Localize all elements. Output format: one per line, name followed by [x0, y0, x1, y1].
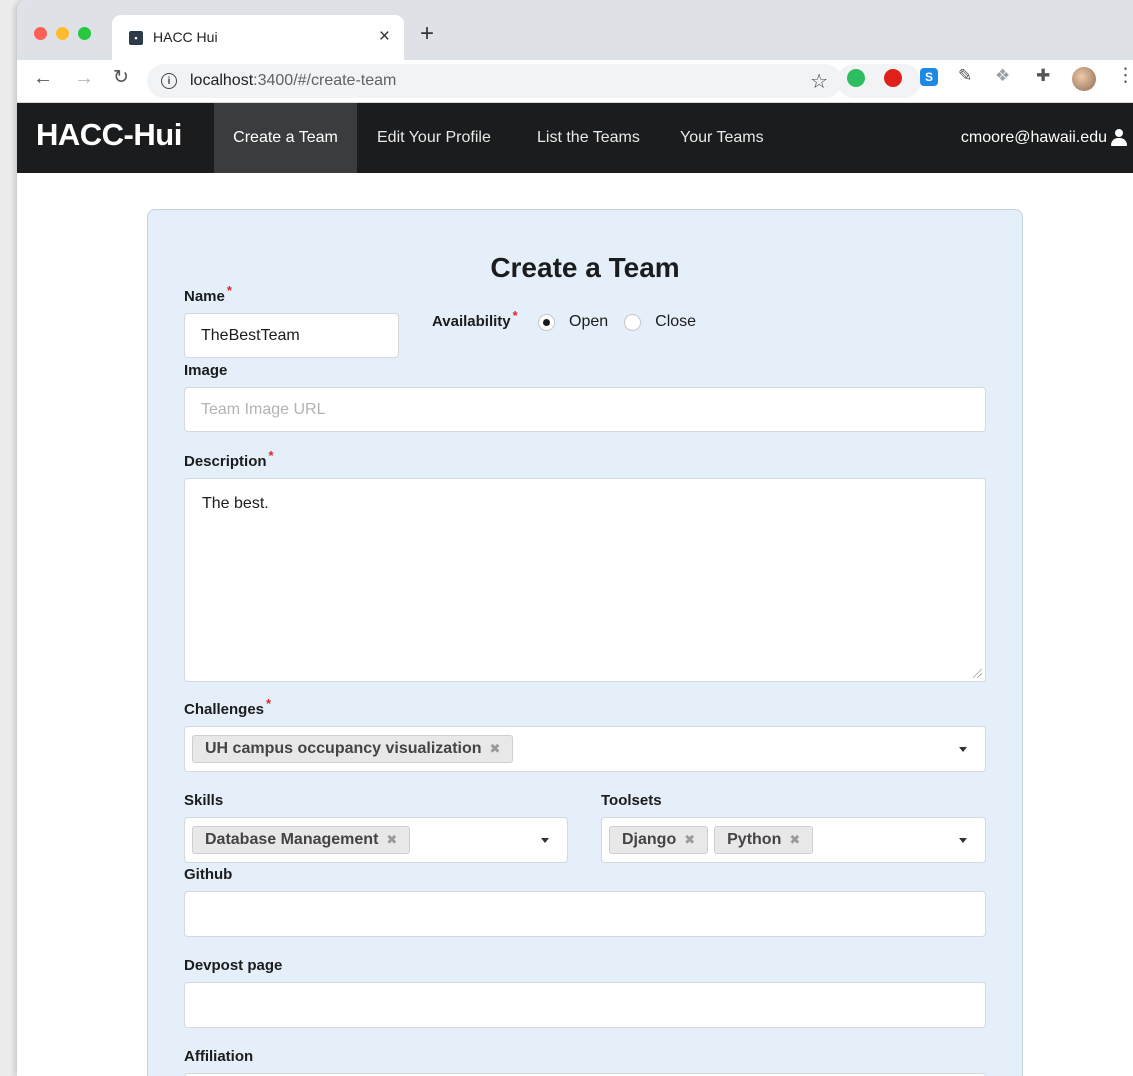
name-input[interactable]: TheBestTeam [184, 313, 399, 358]
close-window-button[interactable] [34, 27, 47, 40]
nav-your-teams[interactable]: Your Teams [662, 103, 782, 173]
remove-chip-icon[interactable]: ✖ [490, 741, 501, 757]
toolset-chip: Django ✖ [609, 826, 709, 854]
affiliation-label: Affiliation [184, 1048, 254, 1065]
minimize-window-button[interactable] [56, 27, 69, 40]
name-label: Name * [184, 283, 232, 305]
dropbox-icon[interactable]: ❖ [995, 66, 1010, 86]
description-textarea[interactable]: The best. [184, 478, 986, 682]
challenges-dropdown[interactable]: UH campus occupancy visualization ✖ [184, 726, 986, 772]
create-team-form: Create a Team Name * TheBestTeam Availabi… [147, 209, 1023, 1076]
tab-title: HACC Hui [153, 29, 218, 45]
forward-arrow-icon[interactable]: → [74, 68, 94, 88]
github-input[interactable] [184, 891, 986, 937]
maximize-window-button[interactable] [78, 27, 91, 40]
brand-logo[interactable]: HACC-Hui [36, 117, 182, 153]
app-navbar: HACC-Hui Create a Team Edit Your Profile… [17, 103, 1133, 173]
challenges-label: Challenges * [184, 696, 272, 718]
browser-window: ▪ HACC Hui × + ← → ↻ i localhost:3400/#/… [17, 0, 1133, 1076]
toolset-chip: Python ✖ [714, 826, 814, 854]
favicon-icon: ▪ [129, 31, 143, 45]
skills-label: Skills [184, 792, 224, 809]
dropdown-caret-icon[interactable] [541, 838, 549, 843]
skills-dropdown[interactable]: Database Management ✖ [184, 817, 568, 863]
image-url-input[interactable]: Team Image URL [184, 387, 986, 432]
challenge-chip: UH campus occupancy visualization ✖ [192, 735, 514, 763]
availability-close-radio[interactable] [624, 313, 642, 331]
window-controls [34, 27, 91, 40]
availability-open-label[interactable]: Open [569, 313, 608, 331]
evernote-icon[interactable] [847, 69, 865, 87]
browser-tab[interactable]: ▪ HACC Hui × [112, 15, 404, 60]
new-tab-icon[interactable]: + [420, 22, 434, 46]
availability-close-label[interactable]: Close [655, 313, 696, 331]
user-icon[interactable] [1111, 129, 1127, 146]
toolsets-label: Toolsets [601, 792, 662, 809]
browser-menu-icon[interactable]: ⋮ [1116, 64, 1133, 87]
tab-strip: ▪ HACC Hui × + [17, 0, 1133, 60]
description-label: Description * [184, 448, 274, 470]
close-tab-icon[interactable]: × [379, 26, 390, 48]
remove-chip-icon[interactable]: ✖ [789, 832, 800, 848]
toolsets-dropdown[interactable]: Django ✖ Python ✖ [601, 817, 986, 863]
availability-label: Availability * [432, 308, 518, 330]
reload-icon[interactable]: ↻ [113, 68, 129, 87]
remove-chip-icon[interactable]: ✖ [684, 832, 695, 848]
bookmark-star-icon[interactable]: ☆ [810, 69, 828, 94]
page-content: Create a Team Name * TheBestTeam Availabi… [17, 173, 1133, 1076]
user-email[interactable]: cmoore@hawaii.edu [961, 129, 1107, 147]
s-extension-icon[interactable]: S [920, 68, 938, 86]
github-label: Github [184, 866, 233, 883]
nav-create-team[interactable]: Create a Team [214, 103, 357, 173]
nav-list-teams[interactable]: List the Teams [519, 103, 658, 173]
puzzle-icon[interactable]: ✚ [1036, 66, 1050, 86]
dropdown-caret-icon[interactable] [959, 747, 967, 752]
back-arrow-icon[interactable]: ← [33, 68, 53, 88]
dropdown-caret-icon[interactable] [959, 838, 967, 843]
url-text[interactable]: localhost:3400/#/create-team [190, 72, 396, 90]
eyedropper-icon[interactable]: ✎ [958, 66, 972, 86]
profile-avatar[interactable] [1072, 67, 1096, 91]
remove-chip-icon[interactable]: ✖ [386, 832, 397, 848]
nav-edit-profile[interactable]: Edit Your Profile [359, 103, 509, 173]
devpost-label: Devpost page [184, 957, 283, 974]
image-label: Image [184, 362, 228, 379]
skill-chip: Database Management ✖ [192, 826, 411, 854]
adblock-icon[interactable] [884, 69, 902, 87]
resize-handle[interactable] [973, 669, 982, 678]
devpost-input[interactable] [184, 982, 986, 1028]
address-bar[interactable]: i localhost:3400/#/create-team ☆ [147, 64, 842, 98]
form-title: Create a Team [490, 252, 680, 283]
availability-open-radio[interactable] [538, 313, 555, 331]
info-icon[interactable]: i [161, 73, 177, 89]
availability-radio-group: Open Close [538, 313, 712, 331]
